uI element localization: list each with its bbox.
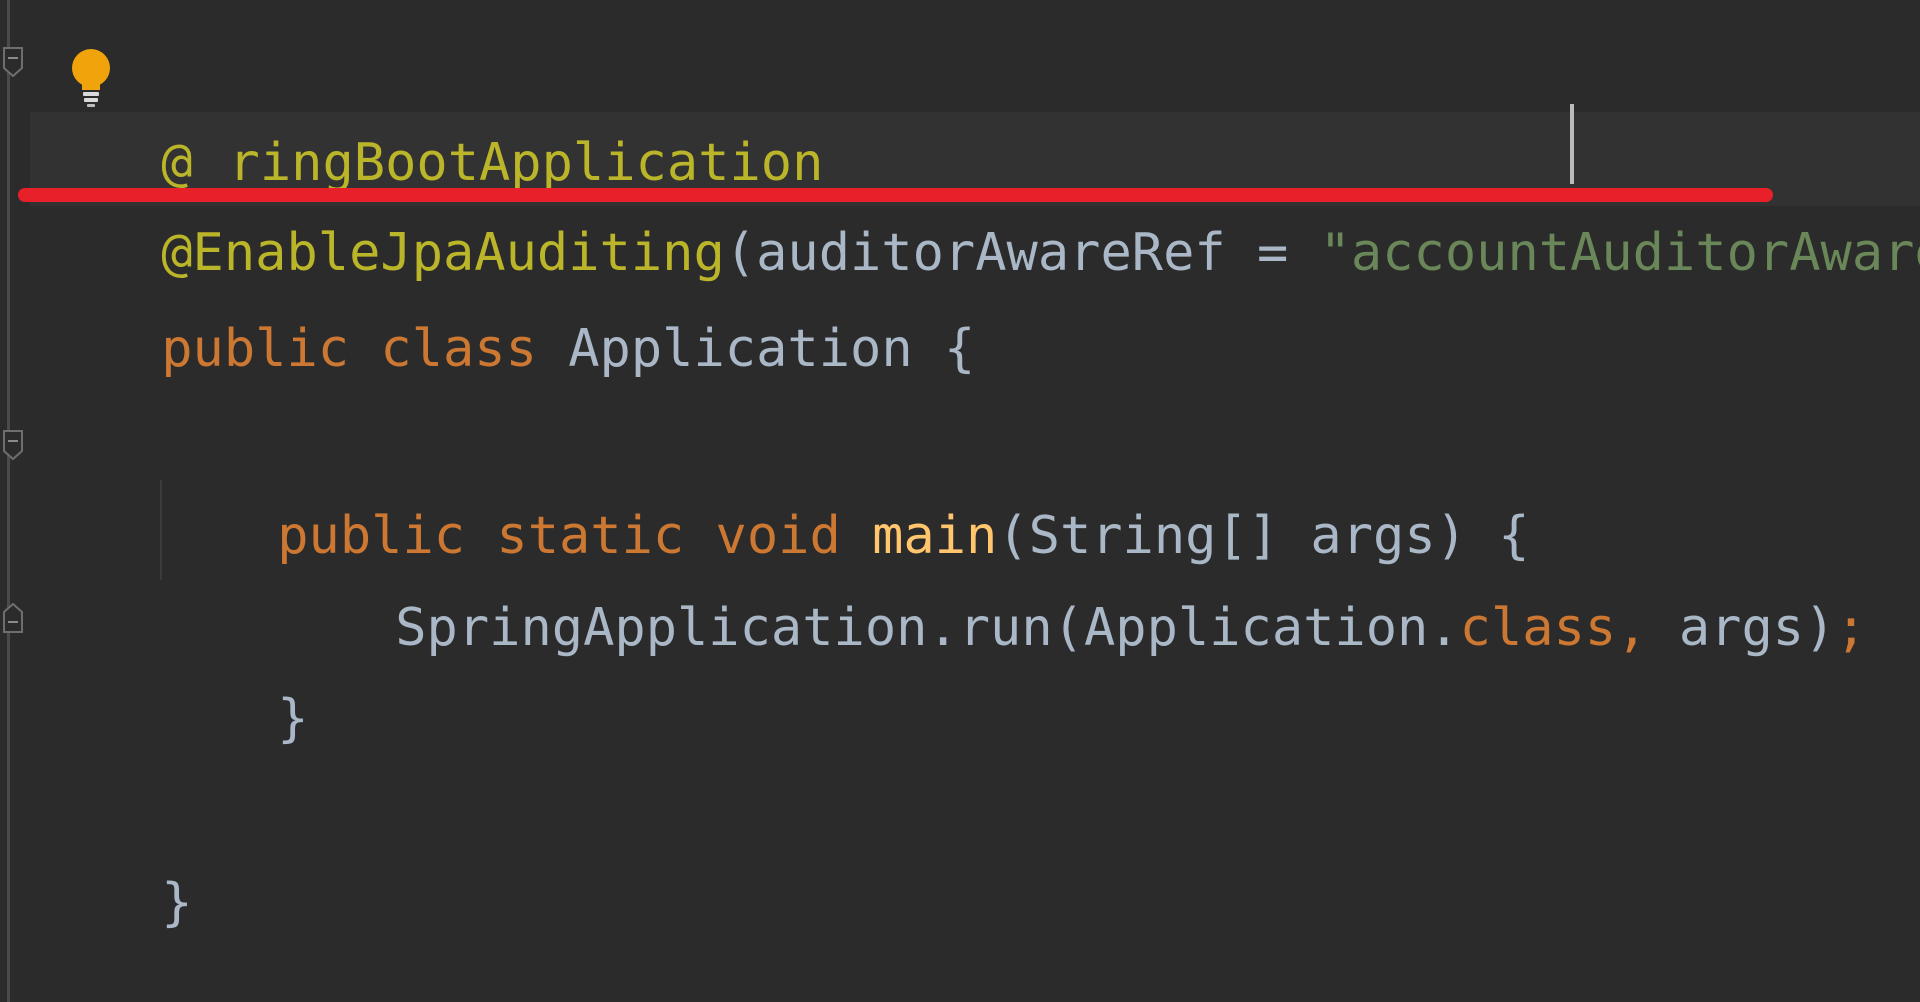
close-brace: } [277,689,309,749]
lightbulb-icon[interactable] [66,46,116,110]
code-line-1[interactable]: @ ringBootApplication [36,22,823,193]
comma: , [1616,598,1648,658]
fold-marker-icon[interactable] [0,42,26,80]
equals-sign: = [1225,223,1320,283]
open-brace: { [943,319,976,379]
run-args: args) [1647,598,1836,658]
fold-marker-icon[interactable] [0,600,26,638]
highlight-underline [18,188,1773,202]
code-line-7[interactable]: } [152,578,308,749]
close-brace: } [161,873,193,933]
keyword-class: class [1459,598,1617,658]
semicolon: ; [1835,598,1867,658]
editor-gutter[interactable] [0,0,30,1002]
run-call: SpringApplication.run(Application. [395,598,1460,658]
text-caret [1570,104,1574,184]
code-editor[interactable]: @ ringBootApplication @EnableJpaAuditing(… [0,0,1920,1002]
keyword-public: public [161,319,350,379]
code-line-6[interactable]: SpringApplication.run(Application.class,… [270,487,1866,658]
fold-marker-icon[interactable] [0,425,26,463]
string-literal: "accountAuditorAware" [1319,223,1920,283]
code-line-5[interactable]: public static void main(String[] args) { [152,395,1529,566]
gutter-divider [7,0,10,1002]
code-line-10[interactable]: } [36,762,192,933]
class-name: Application [568,319,913,379]
code-line-3[interactable]: public class Application { [36,208,975,379]
keyword-class: class [380,319,537,379]
